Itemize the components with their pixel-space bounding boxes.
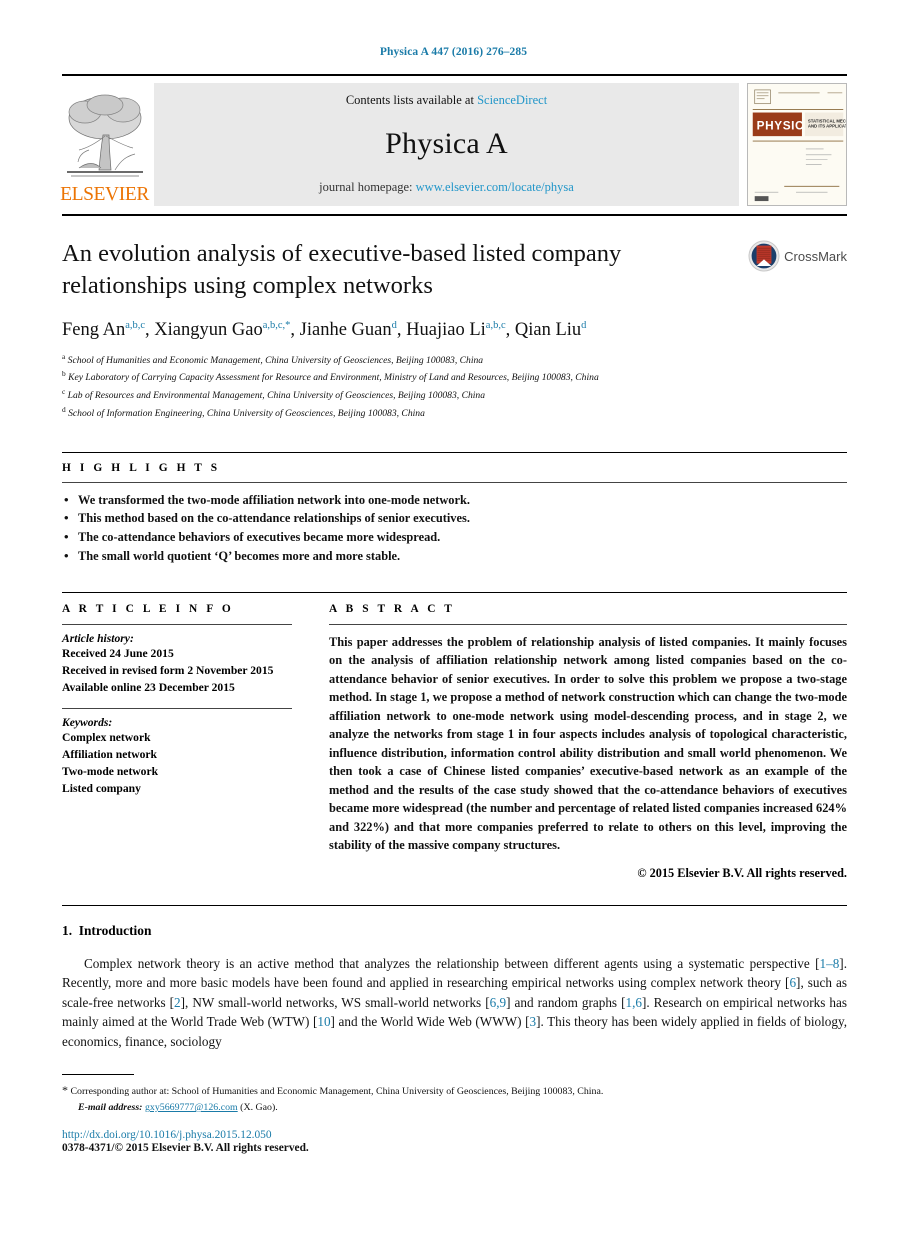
author-name: Feng An [62,319,126,340]
introduction-section: 1. Introduction Complex network theory i… [62,906,847,1052]
affiliation-line: a School of Humanities and Economic Mana… [62,351,847,369]
affiliation-text: School of Humanities and Economic Manage… [65,354,484,366]
masthead-bottom-rule [62,214,847,216]
abstract-heading: A B S T R A C T [329,602,455,615]
paragraph-text: ] and the World Wide Web (WWW) [ [330,1014,530,1030]
highlights-section: H I G H L I G H T S We transformed the t… [62,451,847,566]
journal-cover-image-icon: PHYSICA STATISTICAL MECHANICS AND ITS AP… [748,84,847,205]
journal-cover-thumbnail: PHYSICA STATISTICAL MECHANICS AND ITS AP… [747,83,847,206]
corresponding-author-note: * Corresponding author at: School of Hum… [62,1081,847,1100]
affiliation-line: d School of Information Engineering, Chi… [62,404,847,422]
svg-text:PHYSICA: PHYSICA [757,118,814,132]
issn-copyright-line: 0378-4371/© 2015 Elsevier B.V. All right… [62,1142,309,1154]
elsevier-wordmark: ELSEVIER [60,183,149,205]
keyword-item: Affiliation network [62,748,157,762]
elsevier-tree-logo-icon [66,94,143,176]
highlight-item: The small world quotient ‘Q’ becomes mor… [62,546,847,566]
keyword-item: Complex network [62,731,151,745]
article-history-line: Received in revised form 2 November 2015 [62,664,274,678]
highlight-item: This method based on the co-attendance r… [62,508,847,528]
journal-homepage-link[interactable]: www.elsevier.com/locate/physa [416,180,574,194]
article-history-line: Available online 23 December 2015 [62,681,235,695]
author-affiliation-marker: a,b,c [485,319,506,331]
homepage-prefix: journal homepage: [319,180,416,194]
citation-reference[interactable]: 1–8 [820,956,840,971]
article-info-heading: A R T I C L E I N F O [62,602,234,615]
svg-text:AND ITS APPLICATIONS: AND ITS APPLICATIONS [808,123,847,128]
journal-homepage-line: journal homepage: www.elsevier.com/locat… [319,180,574,195]
highlights-list: We transformed the two-mode affiliation … [62,483,847,566]
abstract-copyright: © 2015 Elsevier B.V. All rights reserved… [637,865,847,880]
author-name: Xiangyun Gao [154,319,263,340]
footnote-star: * [62,1082,68,1097]
author-affiliation-marker: d [391,319,397,331]
affiliation-list: a School of Humanities and Economic Mana… [62,351,847,422]
affiliation-line: c Lab of Resources and Environmental Man… [62,386,847,404]
paragraph-text: ] and random graphs [ [506,994,626,1010]
page-footer: * Corresponding author at: School of Hum… [62,1073,847,1154]
affiliation-text: School of Information Engineering, China… [65,408,425,420]
keywords-label: Keywords: [62,716,113,730]
article-history-block: Article history: Received 24 June 2015 Re… [62,625,292,696]
highlight-item: The co-attendance behaviors of executive… [62,527,847,547]
author-list: Feng Ana,b,c, Xiangyun Gaoa,b,c,*, Jianh… [62,319,587,340]
running-head: Physica A 447 (2016) 276–285 [379,46,528,58]
author-affiliation-marker: a,b,c, [262,319,286,331]
contents-lists-line: Contents lists available at ScienceDirec… [346,93,547,108]
citation-reference[interactable]: 2 [174,995,181,1010]
corresponding-author-marker[interactable]: * [285,320,290,331]
crossmark-label: CrossMark [784,248,847,264]
abstract-text: This paper addresses the problem of rela… [329,634,847,853]
email-label: E-mail address: [78,1102,143,1114]
introduction-heading: 1. Introduction [62,923,847,939]
corresponding-author-text: Corresponding author at: School of Human… [70,1085,604,1097]
highlight-item: We transformed the two-mode affiliation … [62,490,847,510]
elsevier-logo: ELSEVIER [60,83,149,206]
paragraph-text: ], NW small-world networks, WS small-wor… [180,994,490,1010]
author-name: Qian Liu [514,319,582,340]
affiliation-line: b Key Laboratory of Carrying Capacity As… [62,368,847,386]
keywords-lines: Complex network Affiliation network Two-mo… [62,729,292,797]
keywords-block: Keywords: Complex network Affiliation net… [62,709,292,797]
author-name: Jianhe Guan [299,319,392,340]
author-affiliation-marker: a,b,c [125,319,146,331]
page-title: An evolution analysis of executive-based… [62,240,622,299]
paragraph-text: Complex network theory is an active meth… [84,955,820,971]
article-history-line: Received 24 June 2015 [62,646,174,660]
citation-reference[interactable]: 10 [317,1014,330,1029]
keyword-item: Listed company [62,782,141,796]
author-affiliation-marker: d [581,319,587,331]
journal-title: Physica A [385,127,508,160]
introduction-number: 1. [62,922,73,938]
email-link[interactable]: gxy5669777@126.com [145,1102,238,1113]
title-block: An evolution analysis of executive-based… [62,238,847,422]
keyword-item: Two-mode network [62,765,159,779]
article-info-column: A R T I C L E I N F O Article history: R… [62,593,310,881]
doi-link-wrapper[interactable]: http://dx.doi.org/10.1016/j.physa.2015.1… [62,1129,847,1141]
article-history-label: Article history: [62,631,134,645]
citation-reference[interactable]: 6,9 [490,995,506,1010]
sciencedirect-link[interactable]: ScienceDirect [477,93,547,107]
crossmark-logo-icon [748,240,780,272]
abstract-column: A B S T R A C T This paper addresses the… [310,593,847,881]
affiliation-text: Key Laboratory of Carrying Capacity Asse… [65,372,599,384]
doi-link[interactable]: http://dx.doi.org/10.1016/j.physa.2015.1… [62,1129,272,1141]
introduction-title: Introduction [78,922,152,938]
footnote-rule [62,1073,134,1075]
citation-reference[interactable]: 1,6 [625,995,641,1010]
email-note: E-mail address: gxy5669777@126.com (X. G… [62,1100,847,1116]
journal-band: Contents lists available at ScienceDirec… [154,83,739,206]
article-history-lines: Received 24 June 2015 Received in revised… [62,645,292,696]
crossmark-badge[interactable]: CrossMark [748,240,847,272]
author-name: Huajiao Li [406,319,486,340]
introduction-paragraph: Complex network theory is an active meth… [62,954,847,1052]
info-abstract-row: A R T I C L E I N F O Article history: R… [62,591,847,881]
contents-prefix: Contents lists available at [345,93,478,107]
paper-page: Physica A 447 (2016) 276–285 ELSEVIER Co… [0,0,907,1238]
journal-masthead: ELSEVIER Contents lists available at Sci… [60,74,847,206]
affiliation-text: Lab of Resources and Environmental Manag… [65,390,486,402]
highlights-heading: H I G H L I G H T S [62,461,221,474]
email-suffix: (X. Gao). [240,1102,278,1114]
